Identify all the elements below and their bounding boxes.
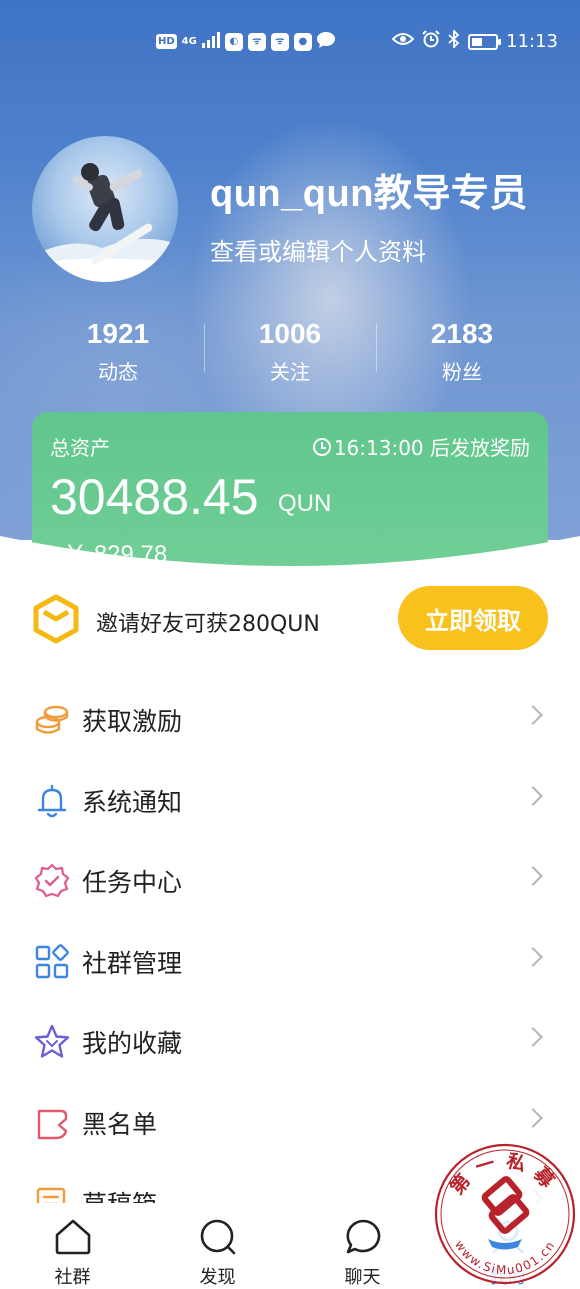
stat-value: 1006 [258,318,322,349]
snowboarder-image [32,163,178,282]
menu-item-community-management[interactable]: 社群管理 [0,922,580,1003]
discover-icon [200,1219,235,1255]
menu-label: 获取激励 [82,707,183,736]
menu-item-tasks[interactable]: 任务中心 [0,841,580,922]
menu-label: 系统通知 [82,787,183,817]
chevron-right-icon [523,1027,543,1047]
stat-label: 粉丝 [442,360,482,384]
clock-time: 11:13 [506,31,558,52]
menu-item-favorites[interactable]: 我的收藏 [0,1002,580,1083]
menu-label: 我的收藏 [82,1029,183,1058]
stat-label: 动态 [98,360,138,384]
stats-row: 1921 动态 1006 关注 2183 粉丝 [32,318,548,388]
invite-text: 邀请好友可获280QUN [96,612,320,637]
hd-badge: HD [156,34,177,49]
bell-icon [37,784,67,817]
bluetooth-icon [448,28,460,53]
nav-label: 社群 [54,1267,91,1288]
star-icon [34,1024,70,1058]
stat-followers[interactable]: 2183 粉丝 [376,318,548,388]
eye-icon [391,31,415,52]
stat-value: 2183 [430,318,494,349]
wifi-icon: ᯤ [270,32,289,51]
menu-item-notifications[interactable]: 系统通知 [0,761,580,842]
chevron-right-icon [523,705,543,725]
stat-posts[interactable]: 1921 动态 [32,318,204,388]
alarm-icon [422,30,440,53]
blacklist-icon [37,1109,68,1139]
chevron-right-icon [523,1107,543,1128]
network-type: 4G [181,36,197,47]
signal-icon [201,32,220,51]
reward-countdown: 16:13:00 后发放奖励 [312,432,530,461]
stat-label: 关注 [270,360,310,384]
menu-label: 黑名单 [82,1109,158,1139]
nav-label: 聊天 [344,1267,381,1288]
asset-unit: QUN [278,490,332,517]
coins-icon [35,705,69,734]
avatar[interactable] [32,136,178,282]
asset-title: 总资产 [50,436,110,460]
card-wave-divider [0,536,580,586]
water-drop-icon: ● [293,32,312,51]
nav-tab-community[interactable]: 社群 [0,1203,145,1289]
chat-bubble-icon [346,1219,380,1254]
invite-banner: 邀请好友可获280QUN 立即领取 [0,584,580,656]
nav-tab-discover[interactable]: 发现 [145,1203,290,1289]
chevron-right-icon [523,946,543,967]
clock-icon [312,437,331,456]
nav-label: 发现 [199,1267,236,1288]
status-bar: HD 4G ◐ ᯤ ᯤ ● 11:13 [0,0,580,86]
edit-profile-link[interactable]: 查看或编辑个人资料 [210,232,426,267]
wifi-icon: ᯤ [247,32,266,51]
asset-amount: 30488.45 [50,469,259,525]
chevron-right-icon [523,785,543,806]
home-icon [55,1219,90,1255]
grid-icon [35,943,69,978]
gift-box-icon [33,594,79,644]
task-badge-icon [34,863,70,898]
app-icon: ◐ [224,32,243,51]
chevron-right-icon [523,866,543,886]
nav-tab-chat[interactable]: 聊天 [290,1203,435,1289]
menu-item-incentive[interactable]: 获取激励 [0,680,580,761]
username: qun_qun教导专员 [210,173,528,215]
menu-label: 任务中心 [82,868,183,897]
chat-icon [316,32,335,51]
stat-value: 1921 [86,318,150,349]
watermark-seal: 第一私募 www.SiMu001.cn [434,1143,576,1285]
claim-button[interactable]: 立即领取 [398,586,548,650]
reward-time-text: 16:13:00 后发放奖励 [333,436,530,460]
stat-following[interactable]: 1006 关注 [204,318,376,388]
battery-icon [468,33,502,50]
menu-label: 社群管理 [82,948,183,978]
